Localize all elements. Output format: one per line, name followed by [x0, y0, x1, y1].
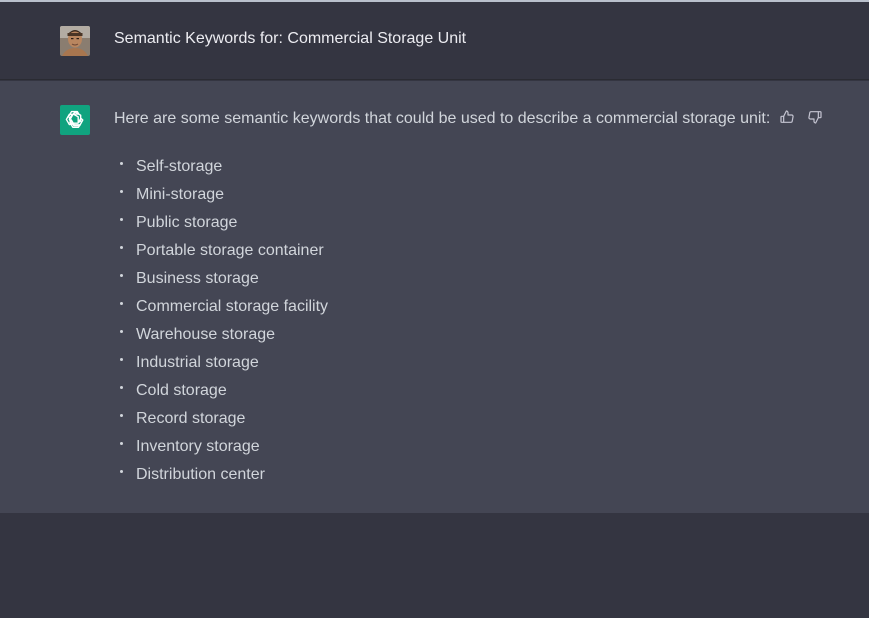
bullet-dot: [120, 330, 123, 333]
assistant-intro-text: Here are some semantic keywords that cou…: [114, 110, 771, 127]
list-item: Business storage: [114, 268, 328, 296]
keyword-text: Record storage: [136, 410, 246, 427]
list-item: Warehouse storage: [114, 324, 328, 352]
bullet-dot: [120, 302, 123, 305]
thumbs-down-button[interactable]: [806, 108, 824, 126]
empty-chat-area: [0, 513, 869, 618]
keyword-text: Distribution center: [136, 466, 265, 483]
user-avatar: [60, 26, 90, 56]
openai-logo-icon: [65, 110, 84, 129]
chat-page: Semantic Keywords for: Commercial Storag…: [0, 0, 869, 618]
keyword-list: Self-storage Mini-storage Public storage…: [114, 156, 328, 492]
list-item: Self-storage: [114, 156, 328, 184]
bullet-dot: [120, 246, 123, 249]
keyword-text: Industrial storage: [136, 354, 259, 371]
thumbs-down-icon: [808, 111, 822, 124]
bullet-dot: [120, 162, 123, 165]
keyword-text: Public storage: [136, 214, 238, 231]
thumbs-up-icon: [780, 110, 794, 123]
thumbs-up-button[interactable]: [778, 108, 796, 126]
list-item: Cold storage: [114, 380, 328, 408]
list-item: Mini-storage: [114, 184, 328, 212]
keyword-text: Inventory storage: [136, 438, 260, 455]
bullet-dot: [120, 274, 123, 277]
user-prompt-text: Semantic Keywords for: Commercial Storag…: [114, 30, 467, 47]
user-message-row: Semantic Keywords for: Commercial Storag…: [0, 2, 869, 80]
keyword-text: Business storage: [136, 270, 259, 287]
list-item: Record storage: [114, 408, 328, 436]
keyword-text: Commercial storage facility: [136, 298, 329, 315]
keyword-text: Warehouse storage: [136, 326, 276, 343]
list-item: Inventory storage: [114, 436, 328, 464]
list-item: Industrial storage: [114, 352, 328, 380]
bullet-dot: [120, 470, 123, 473]
bullet-dot: [120, 414, 123, 417]
user-photo-icon: [60, 26, 90, 56]
assistant-message-row: Here are some semantic keywords that cou…: [0, 81, 869, 513]
bullet-dot: [120, 386, 123, 389]
bullet-dot: [120, 218, 123, 221]
bullet-dot: [120, 190, 123, 193]
bullet-dot: [120, 442, 123, 445]
keyword-text: Self-storage: [136, 158, 223, 175]
keyword-text: Portable storage container: [136, 242, 324, 259]
keyword-text: Mini-storage: [136, 186, 225, 203]
keyword-text: Cold storage: [136, 382, 227, 399]
list-item: Public storage: [114, 212, 328, 240]
assistant-avatar: [60, 105, 90, 135]
list-item: Distribution center: [114, 464, 328, 492]
list-item: Commercial storage facility: [114, 296, 328, 324]
list-item: Portable storage container: [114, 240, 328, 268]
bullet-dot: [120, 358, 123, 361]
